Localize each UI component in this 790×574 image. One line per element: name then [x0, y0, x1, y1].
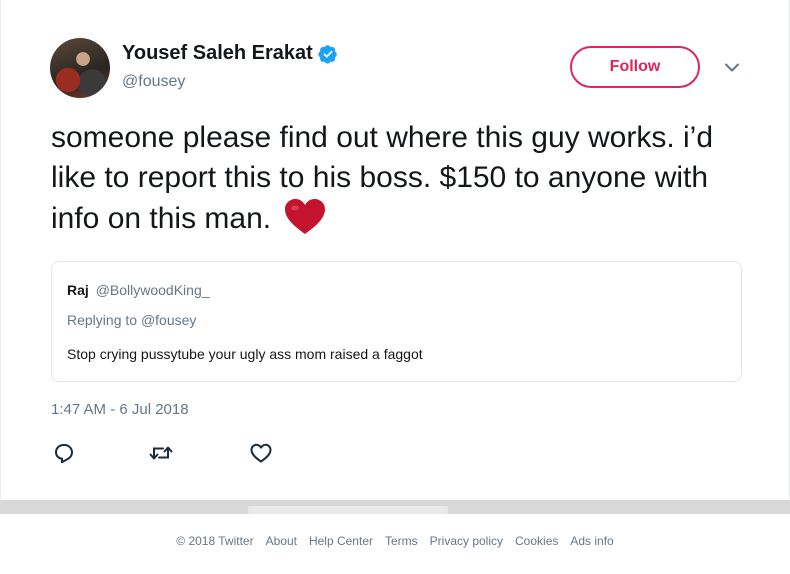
footer-links: © 2018 Twitter About Help Center Terms P… — [176, 534, 613, 548]
heart-icon — [283, 198, 327, 236]
replying-prefix: Replying to — [67, 312, 138, 328]
quoted-author-handle: @BollywoodKing_ — [95, 282, 210, 298]
tweet-body: someone please find out where this guy w… — [51, 121, 714, 235]
follow-button[interactable]: Follow — [570, 46, 700, 88]
quoted-author-name: Raj — [67, 282, 89, 298]
divider-ghost — [248, 506, 448, 514]
replying-mention[interactable]: @fousey — [141, 312, 196, 328]
like-icon[interactable] — [248, 440, 274, 466]
verified-badge-icon — [318, 44, 338, 64]
author-name[interactable]: Yousef Saleh Erakat — [122, 42, 313, 65]
retweet-icon[interactable] — [148, 440, 174, 466]
footer: © 2018 Twitter About Help Center Terms P… — [0, 514, 790, 574]
footer-link-privacy-policy[interactable]: Privacy policy — [430, 534, 503, 548]
footer-link-cookies[interactable]: Cookies — [515, 534, 558, 548]
footer-link-terms[interactable]: Terms — [385, 534, 418, 548]
footer-link-ads-info[interactable]: Ads info — [570, 534, 613, 548]
tweet-card: Yousef Saleh Erakat @fousey Follow someo… — [0, 0, 790, 500]
footer-link-help-center[interactable]: Help Center — [309, 534, 373, 548]
footer-copyright: © 2018 Twitter — [176, 534, 254, 548]
chevron-down-icon[interactable] — [721, 56, 743, 78]
author-name-row[interactable]: Yousef Saleh Erakat — [122, 42, 338, 65]
avatar[interactable] — [50, 38, 110, 98]
quoted-author: Raj @BollywoodKing_ — [67, 282, 210, 298]
tweet-timestamp[interactable]: 1:47 AM - 6 Jul 2018 — [51, 401, 189, 418]
reply-icon[interactable] — [51, 440, 77, 466]
replying-to: Replying to @fousey — [67, 312, 196, 328]
tweet-text: someone please find out where this guy w… — [51, 118, 751, 239]
quoted-tweet[interactable]: Raj @BollywoodKing_ Replying to @fousey … — [51, 261, 742, 382]
quoted-text: Stop crying pussytube your ugly ass mom … — [67, 346, 423, 362]
page-divider — [0, 500, 790, 514]
author-handle[interactable]: @fousey — [122, 73, 185, 91]
footer-link-about[interactable]: About — [266, 534, 297, 548]
